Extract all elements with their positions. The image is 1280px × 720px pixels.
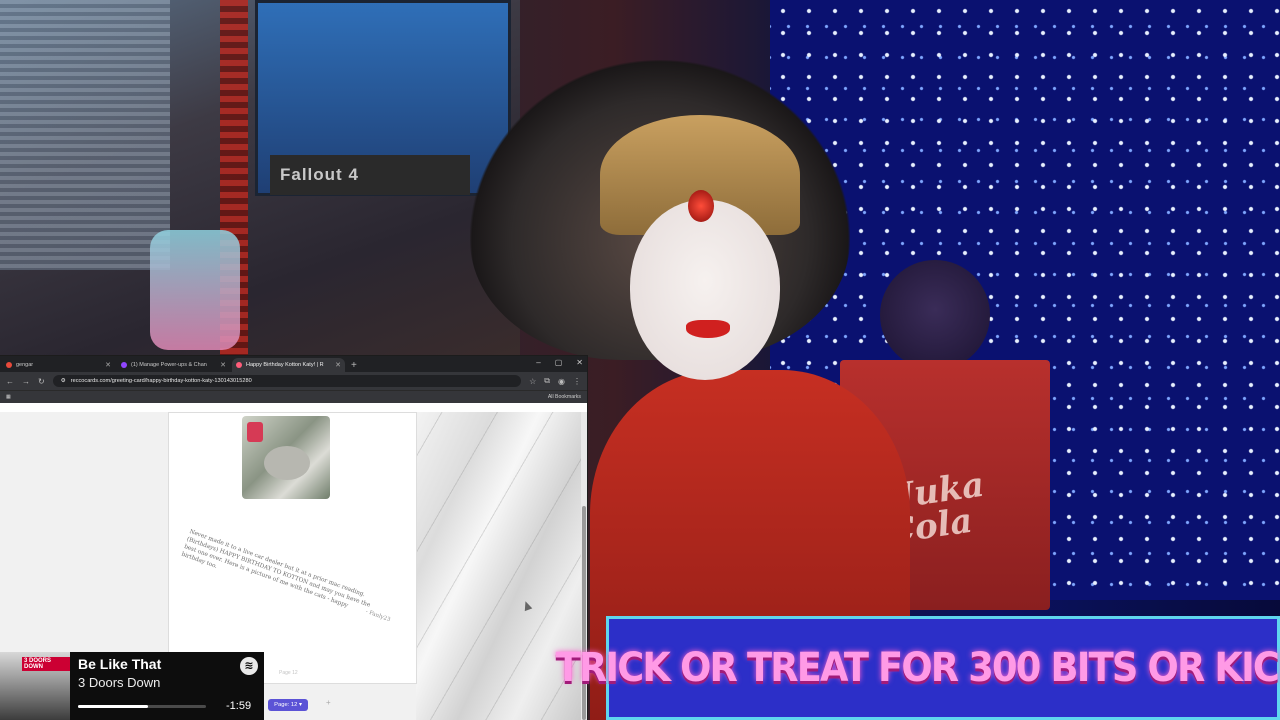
window-controls: – ▢ ✕ [536, 358, 583, 367]
banner-text: TRICK OR TREAT FOR 300 BITS OR KICKS [556, 645, 1280, 691]
track-artist: 3 Doors Down [78, 675, 161, 690]
url-text: reccocards.com/greeting-card/happy-birth… [70, 378, 252, 384]
lips [686, 320, 730, 338]
tab-happy-birthday[interactable]: Happy Birthday Kotton Katy! | R ✕ [232, 358, 345, 372]
progress-track [78, 705, 206, 708]
bookmark-star-icon[interactable]: ☆ [529, 377, 536, 386]
tab-strip: gengar ✕ (1) Manage Power-ups & Chan ✕ H… [0, 356, 587, 372]
album-label: 3 DOORS DOWN [22, 657, 70, 671]
progress-fill [78, 705, 149, 708]
site-info-icon[interactable]: ⚙ [61, 378, 66, 384]
window-blinds [0, 0, 170, 270]
greeting-card-page: Never made it to a live car dealer but i… [168, 412, 417, 684]
stream-banner: TRICK OR TREAT FOR 300 BITS OR KICKS [556, 616, 1280, 720]
time-remaining: -1:59 [226, 700, 252, 712]
forward-icon[interactable]: → [22, 377, 30, 386]
add-page-button[interactable]: + [326, 698, 331, 707]
profile-icon[interactable]: ◉ [558, 377, 565, 386]
close-window-icon[interactable]: ✕ [576, 358, 583, 367]
tab-manage-power-ups[interactable]: (1) Manage Power-ups & Chan ✕ [117, 358, 230, 372]
close-tab-icon[interactable]: ✕ [335, 361, 341, 369]
minimize-icon[interactable]: – [536, 358, 540, 367]
tab-gengar[interactable]: gengar ✕ [2, 358, 115, 372]
face [630, 200, 780, 380]
poster-text: Fallout 4 [280, 165, 359, 184]
album-art: 3 DOORS DOWN [0, 652, 70, 720]
bookmarks-bar: ▦ All Bookmarks [0, 390, 587, 403]
favicon-icon [121, 362, 127, 368]
reload-icon[interactable]: ↻ [38, 377, 45, 386]
game-poster: Fallout 4 [270, 155, 470, 195]
page-indicator[interactable]: Page: 12 ▾ [268, 699, 308, 711]
figurine [150, 230, 240, 350]
apps-icon[interactable]: ▦ [6, 394, 11, 400]
favicon-icon [6, 362, 12, 368]
cat-photo [242, 416, 330, 499]
menu-icon[interactable]: ⋮ [573, 377, 581, 386]
track-title: Be Like That [78, 656, 162, 672]
card-message: Never made it to a live car dealer but i… [180, 528, 371, 610]
back-icon[interactable]: ← [6, 377, 14, 386]
page-footer: Page 12 [279, 670, 298, 676]
tab-label: Happy Birthday Kotton Katy! | R [246, 362, 324, 368]
address-bar[interactable]: ⚙ reccocards.com/greeting-card/happy-bir… [52, 375, 522, 387]
gengar-plush [880, 260, 990, 370]
favicon-icon [236, 362, 242, 368]
extensions-icon[interactable]: ⧉ [544, 376, 550, 386]
close-tab-icon[interactable]: ✕ [220, 361, 226, 369]
now-playing-widget: 3 DOORS DOWN Be Like That 3 Doors Down ≋… [0, 652, 264, 720]
forehead-gem [688, 190, 714, 222]
all-bookmarks-link[interactable]: All Bookmarks [548, 394, 581, 400]
new-tab-icon[interactable]: + [351, 360, 357, 371]
spotify-icon: ≋ [240, 657, 258, 675]
tab-label: gengar [16, 362, 34, 368]
maximize-icon[interactable]: ▢ [555, 358, 563, 367]
close-tab-icon[interactable]: ✕ [105, 361, 111, 369]
browser-toolbar: ← → ↻ ⚙ reccocards.com/greeting-card/hap… [0, 372, 587, 390]
tab-label: (1) Manage Power-ups & Chan [131, 362, 207, 368]
